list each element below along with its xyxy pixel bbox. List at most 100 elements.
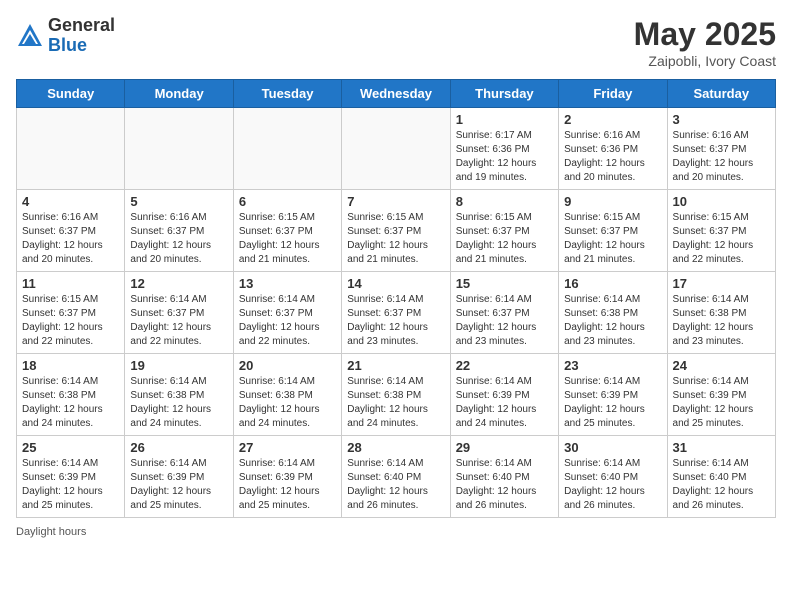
calendar-cell: 24 Sunrise: 6:14 AM Sunset: 6:39 PM Dayli… <box>667 354 775 436</box>
calendar-cell: 19 Sunrise: 6:14 AM Sunset: 6:38 PM Dayli… <box>125 354 233 436</box>
day-number: 6 <box>239 194 336 209</box>
day-info: Sunrise: 6:15 AM Sunset: 6:37 PM Dayligh… <box>347 211 444 267</box>
day-number: 9 <box>564 194 661 209</box>
calendar-week-row: 1Sunrise: 6:17 AM Sunset: 6:36 PM Daylig… <box>17 108 776 190</box>
title-area: May 2025 Zaipobli, Ivory Coast <box>634 16 776 69</box>
day-number: 31 <box>673 440 770 455</box>
calendar-cell: 15Sunrise: 6:14 AM Sunset: 6:37 PM Dayli… <box>450 272 558 354</box>
calendar-day-header: Monday <box>125 80 233 108</box>
day-info: Sunrise: 6:15 AM Sunset: 6:37 PM Dayligh… <box>564 211 661 267</box>
calendar-cell: 11 Sunrise: 6:15 AM Sunset: 6:37 PM Dayli… <box>17 272 125 354</box>
calendar-header-row: SundayMondayTuesdayWednesdayThursdayFrid… <box>17 80 776 108</box>
day-number: 21 <box>347 358 444 373</box>
day-info: Sunrise: 6:15 AM Sunset: 6:37 PM Dayligh… <box>239 211 336 267</box>
day-info: Sunrise: 6:14 AM Sunset: 6:37 PM Dayligh… <box>130 293 227 349</box>
day-info: Sunrise: 6:14 AM Sunset: 6:38 PM Dayligh… <box>22 375 119 431</box>
day-info: Sunrise: 6:14 AM Sunset: 6:39 PM Dayligh… <box>673 375 770 431</box>
calendar-cell: 12 Sunrise: 6:14 AM Sunset: 6:37 PM Dayli… <box>125 272 233 354</box>
calendar-cell: 7 Sunrise: 6:15 AM Sunset: 6:37 PM Daylig… <box>342 190 450 272</box>
calendar-cell: 22 Sunrise: 6:14 AM Sunset: 6:39 PM Dayli… <box>450 354 558 436</box>
day-number: 23 <box>564 358 661 373</box>
footer-text: Daylight hours <box>16 526 86 538</box>
day-info: Sunrise: 6:14 AM Sunset: 6:40 PM Dayligh… <box>347 457 444 513</box>
calendar-week-row: 25Sunrise: 6:14 AM Sunset: 6:39 PM Dayli… <box>17 436 776 518</box>
calendar-cell: 30 Sunrise: 6:14 AM Sunset: 6:40 PM Dayli… <box>559 436 667 518</box>
day-info: Sunrise: 6:14 AM Sunset: 6:38 PM Dayligh… <box>239 375 336 431</box>
day-info: Sunrise: 6:16 AM Sunset: 6:37 PM Dayligh… <box>130 211 227 267</box>
day-number: 28 <box>347 440 444 455</box>
day-number: 24 <box>673 358 770 373</box>
day-info: Sunrise: 6:15 AM Sunset: 6:37 PM Dayligh… <box>673 211 770 267</box>
calendar-cell <box>125 108 233 190</box>
day-number: 29 <box>456 440 553 455</box>
day-number: 3 <box>673 112 770 127</box>
calendar-cell: 5 Sunrise: 6:16 AM Sunset: 6:37 PM Daylig… <box>125 190 233 272</box>
logo-icon <box>16 22 44 50</box>
logo-general: General <box>48 16 115 36</box>
day-info: Sunrise: 6:14 AM Sunset: 6:39 PM Dayligh… <box>239 457 336 513</box>
day-info: Sunrise: 6:14 AM Sunset: 6:39 PM Dayligh… <box>564 375 661 431</box>
day-number: 27 <box>239 440 336 455</box>
day-number: 11 <box>22 276 119 291</box>
day-number: 13 <box>239 276 336 291</box>
day-info: Sunrise: 6:16 AM Sunset: 6:36 PM Dayligh… <box>564 129 661 185</box>
footer: Daylight hours <box>16 526 776 538</box>
day-info: Sunrise: 6:14 AM Sunset: 6:38 PM Dayligh… <box>564 293 661 349</box>
day-info: Sunrise: 6:15 AM Sunset: 6:37 PM Dayligh… <box>22 293 119 349</box>
day-info: Sunrise: 6:14 AM Sunset: 6:38 PM Dayligh… <box>347 375 444 431</box>
location: Zaipobli, Ivory Coast <box>634 53 776 69</box>
day-info: Sunrise: 6:14 AM Sunset: 6:39 PM Dayligh… <box>130 457 227 513</box>
calendar-cell: 4Sunrise: 6:16 AM Sunset: 6:37 PM Daylig… <box>17 190 125 272</box>
calendar-cell: 14 Sunrise: 6:14 AM Sunset: 6:37 PM Dayli… <box>342 272 450 354</box>
logo-blue: Blue <box>48 36 115 56</box>
calendar-cell: 8Sunrise: 6:15 AM Sunset: 6:37 PM Daylig… <box>450 190 558 272</box>
calendar-cell: 25Sunrise: 6:14 AM Sunset: 6:39 PM Dayli… <box>17 436 125 518</box>
calendar-cell: 29 Sunrise: 6:14 AM Sunset: 6:40 PM Dayli… <box>450 436 558 518</box>
calendar-week-row: 4 Sunrise: 6:16 AM Sunset: 6:37 PM Daylig… <box>17 190 776 272</box>
calendar-cell: 28 Sunrise: 6:14 AM Sunset: 6:40 PM Dayli… <box>342 436 450 518</box>
day-number: 22 <box>456 358 553 373</box>
calendar-table: SundayMondayTuesdayWednesdayThursdayFrid… <box>16 79 776 518</box>
calendar-cell: 26Sunrise: 6:14 AM Sunset: 6:39 PM Dayli… <box>125 436 233 518</box>
day-number: 10 <box>673 194 770 209</box>
day-info: Sunrise: 6:14 AM Sunset: 6:40 PM Dayligh… <box>564 457 661 513</box>
day-info: Sunrise: 6:14 AM Sunset: 6:37 PM Dayligh… <box>239 293 336 349</box>
calendar-cell: 27 Sunrise: 6:14 AM Sunset: 6:39 PM Dayli… <box>233 436 341 518</box>
calendar-cell: 20 Sunrise: 6:14 AM Sunset: 6:38 PM Dayli… <box>233 354 341 436</box>
calendar-cell: 6 Sunrise: 6:15 AM Sunset: 6:37 PM Daylig… <box>233 190 341 272</box>
calendar-cell: 1Sunrise: 6:17 AM Sunset: 6:36 PM Daylig… <box>450 108 558 190</box>
calendar-cell: 10 Sunrise: 6:15 AM Sunset: 6:37 PM Dayli… <box>667 190 775 272</box>
calendar-day-header: Sunday <box>17 80 125 108</box>
day-info: Sunrise: 6:14 AM Sunset: 6:39 PM Dayligh… <box>456 375 553 431</box>
day-number: 4 <box>22 194 119 209</box>
day-number: 1 <box>456 112 553 127</box>
calendar-week-row: 11 Sunrise: 6:15 AM Sunset: 6:37 PM Dayli… <box>17 272 776 354</box>
calendar-cell: 3 Sunrise: 6:16 AM Sunset: 6:37 PM Daylig… <box>667 108 775 190</box>
calendar-cell: 31Sunrise: 6:14 AM Sunset: 6:40 PM Dayli… <box>667 436 775 518</box>
day-info: Sunrise: 6:14 AM Sunset: 6:40 PM Dayligh… <box>456 457 553 513</box>
day-number: 7 <box>347 194 444 209</box>
calendar-day-header: Thursday <box>450 80 558 108</box>
calendar-day-header: Tuesday <box>233 80 341 108</box>
day-number: 20 <box>239 358 336 373</box>
calendar-cell: 21 Sunrise: 6:14 AM Sunset: 6:38 PM Dayli… <box>342 354 450 436</box>
day-number: 5 <box>130 194 227 209</box>
logo: General Blue <box>16 16 115 56</box>
day-info: Sunrise: 6:14 AM Sunset: 6:37 PM Dayligh… <box>347 293 444 349</box>
calendar-cell: 2Sunrise: 6:16 AM Sunset: 6:36 PM Daylig… <box>559 108 667 190</box>
day-info: Sunrise: 6:14 AM Sunset: 6:37 PM Dayligh… <box>456 293 553 349</box>
day-info: Sunrise: 6:16 AM Sunset: 6:37 PM Dayligh… <box>673 129 770 185</box>
day-info: Sunrise: 6:14 AM Sunset: 6:39 PM Dayligh… <box>22 457 119 513</box>
day-number: 17 <box>673 276 770 291</box>
day-number: 14 <box>347 276 444 291</box>
logo-text: General Blue <box>48 16 115 56</box>
day-info: Sunrise: 6:14 AM Sunset: 6:38 PM Dayligh… <box>673 293 770 349</box>
day-number: 18 <box>22 358 119 373</box>
day-number: 12 <box>130 276 227 291</box>
day-number: 30 <box>564 440 661 455</box>
month-title: May 2025 <box>634 16 776 53</box>
day-info: Sunrise: 6:14 AM Sunset: 6:38 PM Dayligh… <box>130 375 227 431</box>
day-number: 19 <box>130 358 227 373</box>
day-number: 8 <box>456 194 553 209</box>
calendar-cell: 16Sunrise: 6:14 AM Sunset: 6:38 PM Dayli… <box>559 272 667 354</box>
